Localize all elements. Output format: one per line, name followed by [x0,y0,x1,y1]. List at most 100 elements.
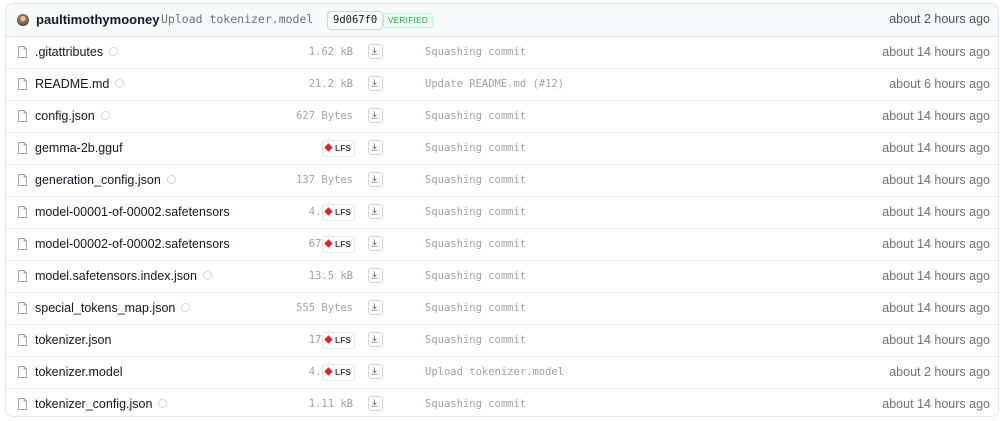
download-button[interactable] [368,300,383,315]
info-circle-icon[interactable] [109,47,119,57]
file-name[interactable]: tokenizer.json [35,333,111,347]
file-size: 21.2 kB [308,78,353,90]
last-commit-header: paultimothymooney Upload tokenizer.model… [6,4,998,37]
file-size: 13.5 kB [308,270,353,282]
file-icon [18,110,27,122]
file-row: gemma-2b.gguf 10 GB LFS Squashing commit… [6,133,998,165]
download-button[interactable] [368,76,383,91]
commit-message[interactable]: Squashing commit [425,270,526,282]
verified-badge: VERIFIED [383,13,434,28]
file-size: 555 Bytes [296,302,353,314]
info-circle-icon[interactable] [202,271,212,281]
commit-message[interactable]: Upload tokenizer.model [161,12,313,26]
file-name-text[interactable]: model.safetensors.index.json [35,269,197,283]
commit-time: about 14 hours ago [882,301,990,315]
commit-hash-badge[interactable]: 9d067f0 [327,11,384,30]
file-list: paultimothymooney Upload tokenizer.model… [5,3,999,417]
download-button[interactable] [368,140,383,155]
file-name-text[interactable]: tokenizer.json [35,333,111,347]
file-row: config.json 627 Bytes Squashing commit a… [6,101,998,133]
download-icon [372,143,378,151]
info-circle-icon[interactable] [181,303,191,313]
commit-time: about 2 hours ago [889,365,990,379]
info-circle-icon[interactable] [158,399,168,409]
file-name-text[interactable]: model-00001-of-00002.safetensors [35,205,230,219]
lfs-label: LFS [335,207,352,217]
download-icon [372,79,378,87]
download-button[interactable] [368,172,383,187]
file-row: model.safetensors.index.json 13.5 kB Squ… [6,261,998,293]
download-icon [372,207,378,215]
lfs-badge: LFS [322,140,356,157]
download-button[interactable] [368,396,383,411]
commit-message[interactable]: Squashing commit [425,238,526,250]
commit-message[interactable]: Squashing commit [425,110,526,122]
commit-message[interactable]: Squashing commit [425,142,526,154]
lfs-label: LFS [335,367,352,377]
commit-message[interactable]: Squashing commit [425,206,526,218]
commit-message[interactable]: Squashing commit [425,334,526,346]
commit-time: about 14 hours ago [882,173,990,187]
commit-time: about 14 hours ago [882,333,990,347]
commit-message[interactable]: Squashing commit [425,46,526,58]
download-icon [372,367,378,375]
file-name[interactable]: README.md [35,77,125,91]
commit-message[interactable]: Squashing commit [425,398,526,410]
file-name[interactable]: generation_config.json [35,173,176,187]
file-name[interactable]: .gitattributes [35,45,119,59]
lfs-badge: LFS [322,204,356,221]
lfs-cube-icon [324,335,333,344]
file-name-text[interactable]: tokenizer_config.json [35,397,152,411]
file-name-text[interactable]: .gitattributes [35,45,103,59]
file-name-text[interactable]: model-00002-of-00002.safetensors [35,237,230,251]
commit-message[interactable]: Upload tokenizer.model [425,366,564,378]
download-button[interactable] [368,44,383,59]
file-name[interactable]: model.safetensors.index.json [35,269,212,283]
file-row: model-00002-of-00002.safetensors 67.1 MB… [6,229,998,261]
download-icon [372,399,378,407]
file-name-text[interactable]: gemma-2b.gguf [35,141,123,155]
info-circle-icon[interactable] [115,79,125,89]
commit-time: about 14 hours ago [882,269,990,283]
file-icon [18,174,27,186]
download-button[interactable] [368,332,383,347]
commit-message[interactable]: Squashing commit [425,174,526,186]
commit-time: about 14 hours ago [882,237,990,251]
commit-message[interactable]: Squashing commit [425,302,526,314]
file-icon [18,46,27,58]
file-name-text[interactable]: special_tokens_map.json [35,301,175,315]
file-name-text[interactable]: README.md [35,77,109,91]
user-avatar[interactable] [17,14,29,26]
file-name-text[interactable]: tokenizer.model [35,365,123,379]
info-circle-icon[interactable] [100,111,110,121]
download-button[interactable] [368,204,383,219]
download-icon [372,111,378,119]
file-name-text[interactable]: config.json [35,109,95,123]
download-button[interactable] [368,364,383,379]
info-circle-icon[interactable] [166,175,176,185]
commit-time: about 14 hours ago [882,141,990,155]
commit-time: about 2 hours ago [889,12,990,26]
lfs-badge: LFS [322,332,356,349]
commit-author[interactable]: paultimothymooney [36,12,160,27]
download-button[interactable] [368,108,383,123]
lfs-badge: LFS [322,364,356,381]
download-button[interactable] [368,268,383,283]
file-row: generation_config.json 137 Bytes Squashi… [6,165,998,197]
file-icon [18,302,27,314]
file-name[interactable]: config.json [35,109,110,123]
lfs-cube-icon [324,367,333,376]
file-icon [18,78,27,90]
file-name[interactable]: model-00001-of-00002.safetensors [35,205,230,219]
file-name[interactable]: model-00002-of-00002.safetensors [35,237,230,251]
file-name-text[interactable]: generation_config.json [35,173,161,187]
file-row: tokenizer.json 17.5 MB LFS Squashing com… [6,325,998,357]
file-name[interactable]: tokenizer_config.json [35,397,168,411]
download-icon [372,303,378,311]
commit-message[interactable]: Update README.md (#12) [425,78,564,90]
file-name[interactable]: tokenizer.model [35,365,123,379]
download-button[interactable] [368,236,383,251]
file-name[interactable]: special_tokens_map.json [35,301,191,315]
file-name[interactable]: gemma-2b.gguf [35,141,123,155]
file-size: 1.11 kB [308,398,353,410]
